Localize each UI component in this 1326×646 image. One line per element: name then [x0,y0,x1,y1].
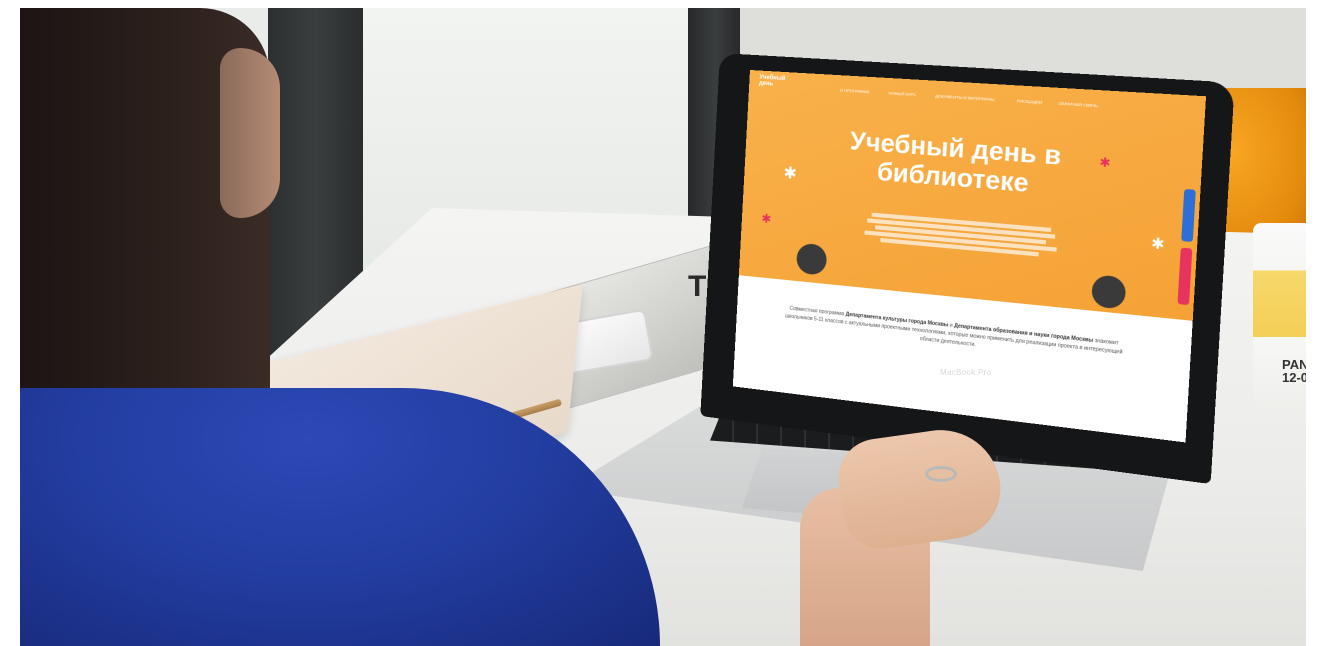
sparkle-icon: ✱ [761,211,772,227]
macbook-label: MacBook Pro [940,368,992,377]
online-course-tab[interactable] [1181,188,1196,243]
person-face [220,48,280,218]
photo: PANT 12-07 TREC Учебный день О ПРОГРАММЕ… [20,8,1306,646]
sparkle-icon: ✱ [1098,154,1112,171]
hero-title: Учебный день в библиотеке [849,126,1062,199]
cat-mascot-icon [1091,274,1127,310]
sparkle-icon: ✱ [783,164,798,183]
nav-item-venues[interactable]: ПЛОЩАДКИ [1017,98,1042,105]
hero-description [860,210,1062,261]
nav-item-new-course[interactable]: НОВЫЙ КУРС [889,90,917,97]
nav-item-about[interactable]: О ПРОГРАММЕ [840,87,870,94]
laptop-screen: Учебный день О ПРОГРАММЕ НОВЫЙ КУРС ДОКУ… [732,70,1207,443]
ring [925,466,957,482]
cat-mascot-icon [795,242,828,276]
nav-item-documents[interactable]: ДОКУМЕНТЫ И МАТЕРИАЛЫ [935,93,994,102]
sparkle-icon: ✱ [1150,234,1166,253]
intro-text: Совместная программа Департамента культу… [785,305,1123,356]
mug-label: PANT 12-07 [1282,357,1306,385]
project-topics-tab[interactable] [1177,247,1193,306]
nav-item-feedback[interactable]: ОБРАТНАЯ СВЯЗЬ [1058,101,1098,109]
